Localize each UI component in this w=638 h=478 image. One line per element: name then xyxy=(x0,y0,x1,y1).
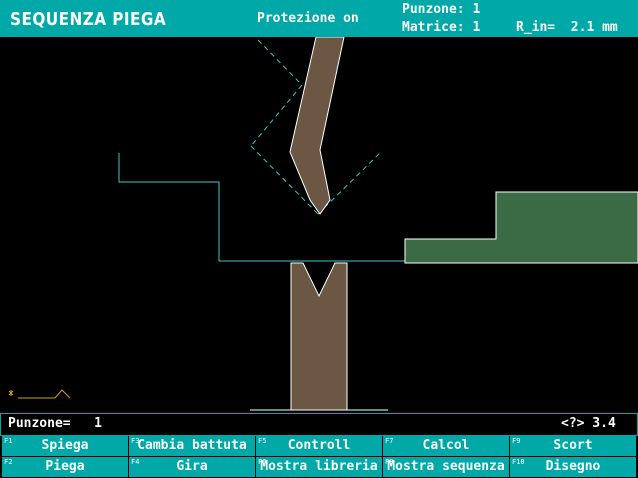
mini-part-preview xyxy=(8,389,71,399)
inner-radius-indicator: R_in= 2.1 mm xyxy=(516,20,618,35)
protection-status: Protezione on xyxy=(257,11,359,26)
punch-indicator: Punzone: 1 xyxy=(402,2,481,17)
help-version[interactable]: <?> 3.4 xyxy=(561,416,616,431)
f10-disegno-button[interactable]: F10 Disegno xyxy=(510,457,636,477)
punch-tool xyxy=(289,37,345,215)
backgauge-block xyxy=(404,191,638,264)
f5-controll-button[interactable]: F5 Controll xyxy=(256,436,382,456)
f2-piega-button[interactable]: F2 Piega xyxy=(2,457,128,477)
app-title: SEQUENZA PIEGA xyxy=(10,9,167,30)
f3-cambia-battuta-button[interactable]: F3 Cambia battuta xyxy=(129,436,255,456)
status-bar: Punzone= 1 <?> 3.4 xyxy=(0,413,638,436)
die-indicator: Matrice: 1 xyxy=(402,20,481,35)
f1-spiega-button[interactable]: F1 Spiega xyxy=(2,436,128,456)
punch-status: Punzone= 1 xyxy=(8,416,102,431)
f4-gira-button[interactable]: F4 Gira xyxy=(129,457,255,477)
f9-scort-button[interactable]: F9 Scort xyxy=(510,436,636,456)
sheet-profile xyxy=(118,153,405,262)
die-tool xyxy=(290,262,348,411)
header-bar: SEQUENZA PIEGA Protezione on Punzone: 1 … xyxy=(0,0,638,37)
f8-mostra-sequenza-button[interactable]: F8 Mostra sequenza xyxy=(383,457,509,477)
f6-mostra-libreria-button[interactable]: F6 Mostra libreria xyxy=(256,457,382,477)
f7-calcol-button[interactable]: F7 Calcol xyxy=(383,436,509,456)
function-key-bar: F1 Spiega F3 Cambia battuta F5 Controll … xyxy=(0,436,638,478)
bend-drawing-canvas[interactable] xyxy=(0,37,638,412)
